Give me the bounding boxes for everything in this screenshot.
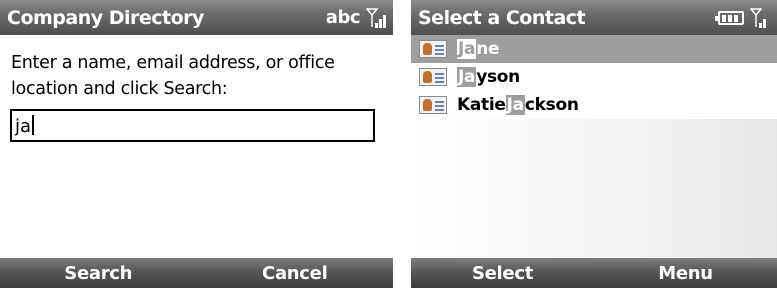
instruction-text: Enter a name, email address, or office l…	[11, 53, 335, 99]
contact-card-icon	[419, 40, 447, 58]
contact-row-katie-jackson[interactable]: Katie Ja ckson	[411, 91, 777, 119]
search-softkey[interactable]: Search	[0, 263, 197, 284]
status-area	[715, 0, 770, 35]
match-highlight: Ja	[457, 67, 477, 87]
select-contact-screen: Select a Contact Ja ne Ja yson Katie Ja …	[411, 0, 777, 288]
screen-title: Select a Contact	[418, 6, 586, 29]
contact-name-prefix: Katie	[457, 95, 506, 115]
match-highlight: Ja	[457, 39, 477, 59]
screen-title: Company Directory	[7, 6, 204, 29]
text-caret	[32, 115, 35, 135]
status-area: abc	[326, 0, 386, 35]
contact-name-suffix: ne	[476, 39, 500, 59]
menu-softkey[interactable]: Menu	[594, 263, 777, 284]
contact-card-icon	[419, 96, 447, 114]
match-highlight: Ja	[505, 95, 525, 115]
contact-card-icon	[419, 68, 447, 86]
softkey-bar: Search Cancel	[0, 258, 393, 288]
contact-list: Ja ne Ja yson Katie Ja ckson	[411, 35, 777, 119]
cancel-softkey[interactable]: Cancel	[197, 263, 394, 284]
contact-row-jayson[interactable]: Ja yson	[411, 63, 777, 91]
softkey-bar: Select Menu	[411, 258, 777, 288]
signal-icon	[750, 7, 770, 29]
title-bar: Company Directory abc	[0, 0, 393, 35]
background-gradient	[411, 119, 777, 258]
search-input[interactable]: ja	[10, 109, 375, 142]
contact-name-suffix: yson	[476, 67, 520, 87]
search-input-value: ja	[15, 116, 32, 137]
input-mode-indicator: abc	[325, 7, 361, 28]
battery-icon	[715, 10, 744, 25]
contact-name-suffix: ckson	[524, 95, 579, 115]
company-directory-screen: Company Directory abc Enter a name, emai…	[0, 0, 393, 288]
signal-icon	[366, 7, 386, 29]
contact-row-jane[interactable]: Ja ne	[411, 35, 777, 63]
select-softkey[interactable]: Select	[411, 263, 594, 284]
title-bar: Select a Contact	[411, 0, 777, 35]
